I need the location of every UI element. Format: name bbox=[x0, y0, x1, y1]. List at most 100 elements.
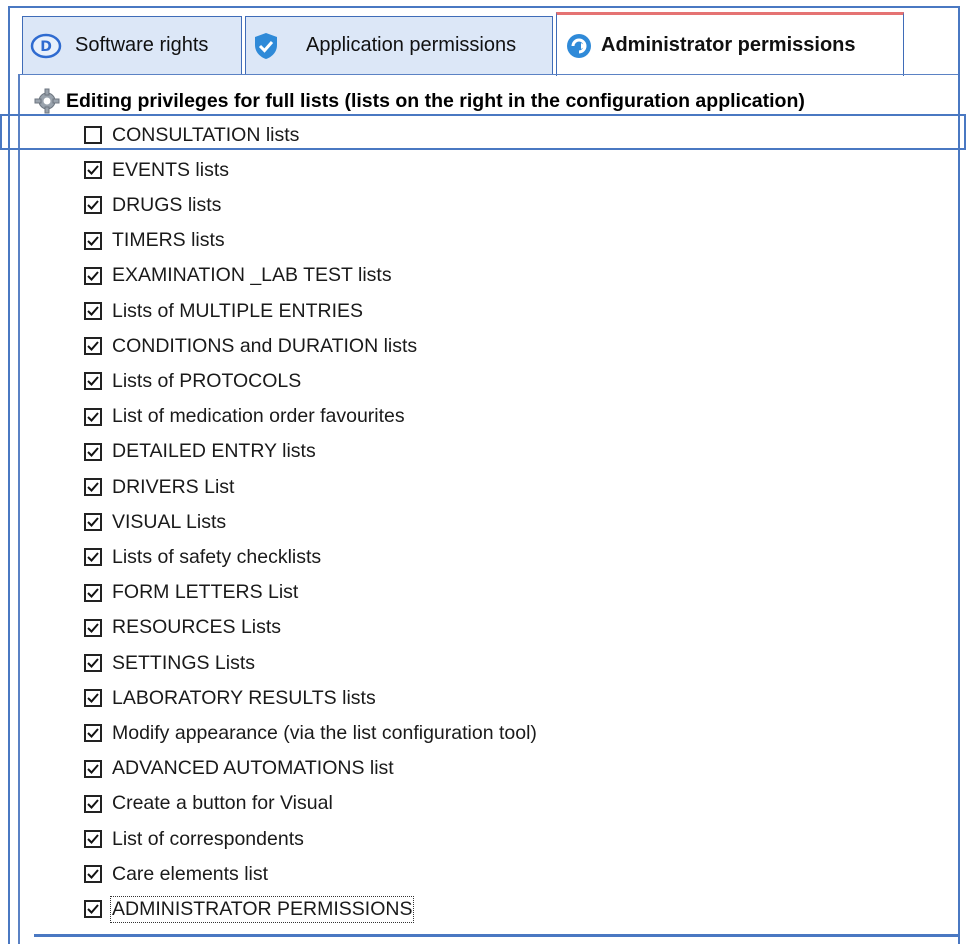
permission-item[interactable]: TIMERS lists bbox=[84, 226, 784, 256]
permission-item[interactable]: EXAMINATION _LAB TEST lists bbox=[84, 261, 784, 291]
checkbox-checked[interactable] bbox=[84, 442, 102, 461]
permission-label: DETAILED ENTRY lists bbox=[112, 440, 316, 463]
checkbox-checked[interactable] bbox=[84, 689, 102, 708]
permission-item[interactable]: Lists of MULTIPLE ENTRIES bbox=[84, 296, 784, 326]
checkbox-checked[interactable] bbox=[84, 548, 102, 567]
permission-item[interactable]: List of medication order favourites bbox=[84, 402, 784, 432]
checkmark-icon bbox=[87, 235, 99, 246]
checkmark-icon bbox=[87, 693, 99, 704]
checkbox-checked[interactable] bbox=[84, 407, 102, 426]
checkbox-checked[interactable] bbox=[84, 583, 102, 602]
permission-item[interactable]: Lists of safety checklists bbox=[84, 542, 784, 572]
permission-item[interactable]: ADVANCED AUTOMATIONS list bbox=[84, 754, 784, 784]
permission-label: SETTINGS Lists bbox=[112, 651, 256, 674]
permission-item[interactable]: VISUAL Lists bbox=[84, 507, 784, 537]
permission-item[interactable]: ADMINISTRATOR PERMISSIONS bbox=[84, 894, 784, 924]
checkbox-checked[interactable] bbox=[84, 724, 102, 743]
tab-administrator-permissions[interactable]: Administrator permissions bbox=[556, 12, 904, 76]
checkbox-checked[interactable] bbox=[84, 865, 102, 884]
tab-label: Administrator permissions bbox=[601, 34, 856, 56]
permission-item[interactable]: DRIVERS List bbox=[84, 472, 784, 502]
permission-item[interactable]: Lists of PROTOCOLS bbox=[84, 366, 784, 396]
permission-label: List of correspondents bbox=[112, 827, 304, 850]
checkbox-checked[interactable] bbox=[84, 372, 102, 391]
permission-label: DRUGS lists bbox=[112, 193, 222, 216]
checkmark-icon bbox=[87, 200, 99, 211]
panel-bottom-border bbox=[34, 934, 960, 937]
permission-item[interactable]: LABORATORY RESULTS lists bbox=[84, 683, 784, 713]
permission-item[interactable]: DRUGS lists bbox=[84, 190, 784, 220]
permission-label: Lists of MULTIPLE ENTRIES bbox=[112, 299, 364, 322]
checkmark-icon bbox=[87, 306, 99, 316]
permission-label: ADMINISTRATOR PERMISSIONS bbox=[109, 895, 415, 923]
permission-label: DRIVERS List bbox=[112, 475, 235, 498]
checkbox-checked[interactable] bbox=[84, 337, 102, 356]
svg-text:D: D bbox=[40, 39, 52, 55]
checkmark-icon bbox=[87, 658, 99, 668]
checkmark-icon bbox=[87, 552, 99, 563]
permission-label: TIMERS lists bbox=[112, 229, 225, 252]
checkmark-icon bbox=[87, 869, 99, 880]
checkbox-checked[interactable] bbox=[84, 830, 102, 848]
permission-label: Create a button for Visual bbox=[112, 792, 333, 815]
permission-label: Lists of PROTOCOLS bbox=[112, 369, 302, 392]
checkbox-checked[interactable] bbox=[84, 478, 102, 496]
checkmark-icon bbox=[87, 623, 99, 633]
checkbox-checked[interactable] bbox=[84, 654, 102, 672]
checkbox-checked[interactable] bbox=[84, 266, 102, 285]
permission-label: CONSULTATION lists bbox=[112, 123, 300, 146]
shield-icon bbox=[252, 31, 280, 61]
checkmark-icon bbox=[87, 165, 99, 176]
permission-item[interactable]: CONSULTATION lists bbox=[84, 120, 784, 150]
permission-label: EXAMINATION _LAB TEST lists bbox=[112, 264, 392, 287]
permission-label: Lists of safety checklists bbox=[112, 545, 322, 568]
permission-label: RESOURCES Lists bbox=[112, 616, 282, 639]
tab-label: Application permissions bbox=[306, 34, 517, 56]
tab-application-permissions[interactable]: Application permissions bbox=[245, 16, 553, 74]
permission-label: Care elements list bbox=[112, 862, 269, 885]
d-circle-icon: D bbox=[29, 32, 63, 60]
permission-item[interactable]: Modify appearance (via the list configur… bbox=[84, 718, 784, 748]
checkmark-icon bbox=[87, 763, 99, 774]
checkmark-icon bbox=[87, 728, 99, 739]
permission-label: LABORATORY RESULTS lists bbox=[112, 686, 376, 709]
checkmark-icon bbox=[87, 799, 99, 809]
permission-label: Modify appearance (via the list configur… bbox=[112, 721, 537, 744]
checkmark-icon bbox=[87, 447, 99, 457]
checkbox-checked[interactable] bbox=[84, 302, 102, 320]
checkbox-checked[interactable] bbox=[84, 196, 102, 215]
checkbox-checked[interactable] bbox=[84, 618, 102, 637]
checkmark-icon bbox=[87, 517, 99, 528]
permission-label: VISUAL Lists bbox=[112, 510, 227, 533]
permission-item[interactable]: CONDITIONS and DURATION lists bbox=[84, 331, 784, 361]
permission-item[interactable]: SETTINGS Lists bbox=[84, 648, 784, 678]
checkmark-icon bbox=[87, 376, 99, 387]
checkbox-checked[interactable] bbox=[84, 794, 102, 813]
checkmark-icon bbox=[87, 482, 99, 492]
checkmark-icon bbox=[87, 587, 99, 598]
permission-label: EVENTS lists bbox=[112, 158, 230, 181]
checkbox-checked[interactable] bbox=[84, 513, 102, 532]
permission-item[interactable]: RESOURCES Lists bbox=[84, 613, 784, 643]
checkmark-icon bbox=[87, 411, 99, 422]
permission-label: ADVANCED AUTOMATIONS list bbox=[112, 757, 394, 780]
checkmark-icon bbox=[87, 271, 99, 281]
section-header: Editing privileges for full lists (lists… bbox=[34, 86, 805, 116]
checkbox-checked[interactable] bbox=[84, 161, 102, 180]
permission-label: CONDITIONS and DURATION lists bbox=[112, 334, 418, 357]
permission-item[interactable]: EVENTS lists bbox=[84, 155, 784, 185]
checkbox-unchecked[interactable] bbox=[84, 126, 102, 144]
tab-software-rights[interactable]: D Software rights bbox=[22, 16, 242, 74]
checkbox-checked[interactable] bbox=[84, 900, 102, 919]
permission-item[interactable]: List of correspondents bbox=[84, 824, 784, 854]
admin-refresh-icon bbox=[565, 32, 593, 60]
permission-item[interactable]: Create a button for Visual bbox=[84, 789, 784, 819]
permission-label: List of medication order favourites bbox=[112, 405, 405, 428]
gear-icon bbox=[34, 88, 60, 114]
permission-item[interactable]: DETAILED ENTRY lists bbox=[84, 437, 784, 467]
permission-item[interactable]: Care elements list bbox=[84, 859, 784, 889]
permission-item[interactable]: FORM LETTERS List bbox=[84, 578, 784, 608]
checkbox-checked[interactable] bbox=[84, 231, 102, 250]
checkmark-icon bbox=[87, 834, 99, 844]
checkbox-checked[interactable] bbox=[84, 759, 102, 778]
